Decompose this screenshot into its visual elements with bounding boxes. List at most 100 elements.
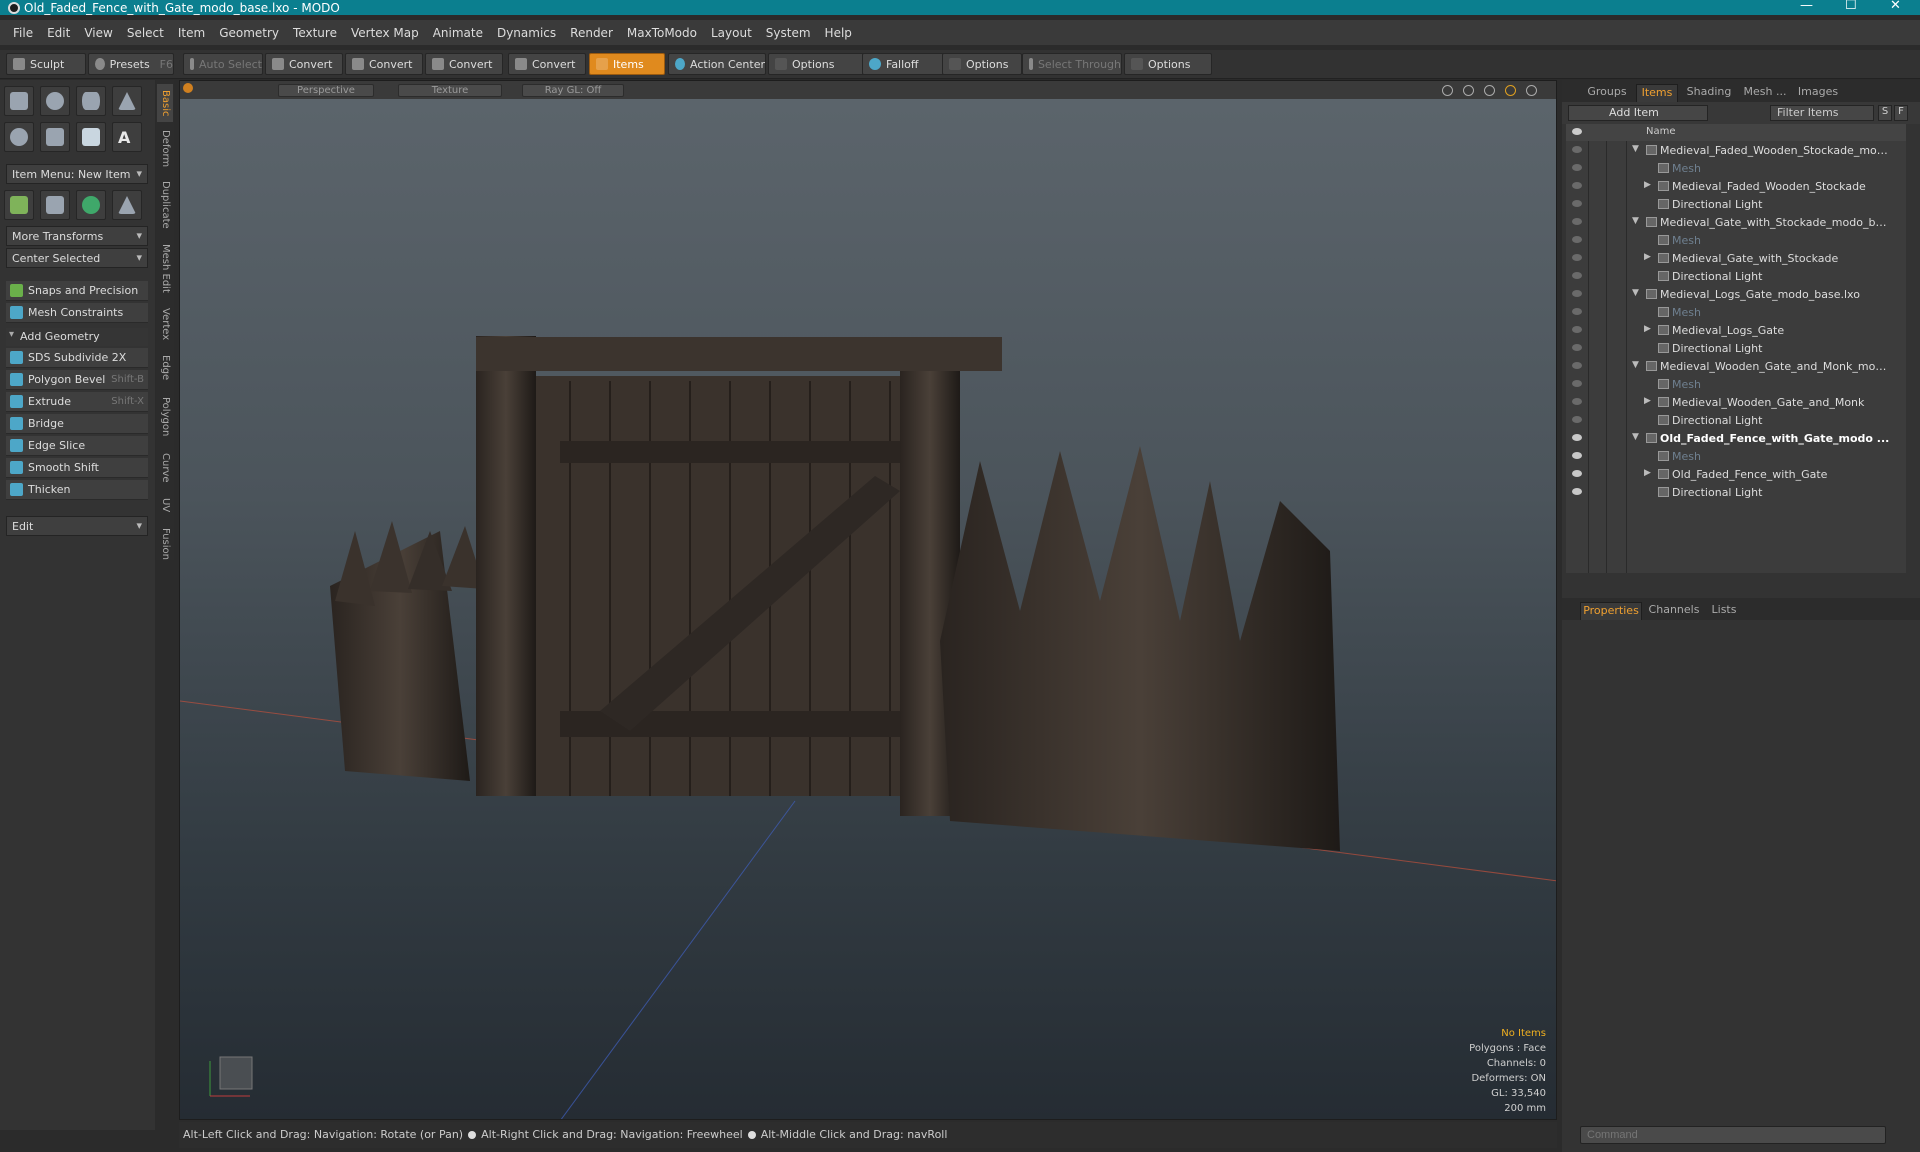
tab-curve[interactable]: Curve (157, 448, 173, 488)
menu-view[interactable]: View (77, 26, 119, 40)
eye-icon[interactable] (1572, 218, 1582, 225)
tab-lists[interactable]: Lists (1706, 602, 1742, 620)
minimize-button[interactable]: — (1800, 0, 1813, 13)
pan-icon[interactable] (1442, 85, 1453, 96)
tree-row-light[interactable]: Directional Light (1566, 195, 1906, 213)
more-transforms-dropdown[interactable]: More Transforms (6, 226, 148, 246)
eye-icon[interactable] (1572, 398, 1582, 405)
tab-deform[interactable]: Deform (157, 126, 173, 172)
tree-row-logs-gate-scene[interactable]: ▼ Medieval_Logs_Gate_modo_base.lxo (1566, 285, 1906, 303)
tree-row-mesh[interactable]: Mesh (1566, 303, 1906, 321)
name-column-header[interactable]: Name (1646, 126, 1676, 137)
edge-slice-tool[interactable]: Edge Slice (6, 436, 148, 456)
polygon-bevel-tool[interactable]: Polygon Bevel Shift-B (6, 370, 148, 390)
tree-row-group[interactable]: ▶ Medieval_Wooden_Gate_and_Monk (1566, 393, 1906, 411)
command-input[interactable] (1580, 1126, 1886, 1144)
tree-row-stockade-scene[interactable]: ▼ Medieval_Faded_Wooden_Stockade_modo ... (1566, 141, 1906, 159)
menu-edit[interactable]: Edit (40, 26, 77, 40)
select-options-button[interactable]: Options (1124, 53, 1212, 75)
tab-fusion[interactable]: Fusion (157, 522, 173, 566)
menu-help[interactable]: Help (818, 26, 859, 40)
tab-shading[interactable]: Shading (1682, 84, 1736, 102)
tree-row-mesh[interactable]: Mesh (1566, 231, 1906, 249)
tab-edge[interactable]: Edge (157, 350, 173, 386)
convert-button-1[interactable]: Convert (265, 53, 343, 75)
sds-subdivide-tool[interactable]: SDS Subdivide 2X (6, 348, 148, 368)
snaps-precision-button[interactable]: Snaps and Precision (6, 281, 148, 301)
tree-row-light[interactable]: Directional Light (1566, 339, 1906, 357)
tree-row-group[interactable]: ▶ Old_Faded_Fence_with_Gate (1566, 465, 1906, 483)
cone-primitive-button[interactable] (112, 86, 142, 116)
filter-s-button[interactable]: S (1878, 105, 1892, 121)
close-button[interactable]: ✕ (1890, 0, 1901, 13)
tree-row-group[interactable]: ▶ Medieval_Gate_with_Stockade (1566, 249, 1906, 267)
pyramid-button[interactable] (112, 190, 142, 220)
sculpt-button[interactable]: Sculpt (6, 53, 86, 75)
auto-select-button[interactable]: Auto Select (183, 53, 263, 75)
menu-maxtomodo[interactable]: MaxToModo (620, 26, 704, 40)
tab-duplicate[interactable]: Duplicate (157, 176, 173, 234)
collapse-arrow-icon[interactable]: ▼ (1632, 288, 1639, 298)
eye-icon[interactable] (1572, 272, 1582, 279)
center-selected-dropdown[interactable]: Center Selected (6, 248, 148, 268)
menu-geometry[interactable]: Geometry (212, 26, 286, 40)
tab-groups[interactable]: Groups (1584, 84, 1630, 102)
tab-uv[interactable]: UV (157, 492, 173, 518)
tree-row-mesh[interactable]: Mesh (1566, 375, 1906, 393)
eye-icon[interactable] (1572, 326, 1582, 333)
text-tool-button[interactable]: A (112, 122, 142, 152)
expand-arrow-icon[interactable]: ▶ (1644, 396, 1651, 406)
torus-primitive-button[interactable] (4, 122, 34, 152)
bridge-tool[interactable]: Bridge (6, 414, 148, 434)
sphere-primitive-button[interactable] (40, 86, 70, 116)
smooth-shift-tool[interactable]: Smooth Shift (6, 458, 148, 478)
menu-item[interactable]: Item (171, 26, 212, 40)
texture-shading-button[interactable]: Texture (398, 84, 502, 97)
eye-icon[interactable] (1572, 488, 1582, 495)
menu-render[interactable]: Render (563, 26, 620, 40)
zoom-icon[interactable] (1484, 85, 1495, 96)
eye-icon[interactable] (1572, 146, 1582, 153)
tree-row-gate-stockade-scene[interactable]: ▼ Medieval_Gate_with_Stockade_modo_bas ..… (1566, 213, 1906, 231)
menu-layout[interactable]: Layout (704, 26, 759, 40)
eye-icon[interactable] (1572, 416, 1582, 423)
eye-icon[interactable] (1572, 362, 1582, 369)
mesh-constraints-button[interactable]: Mesh Constraints (6, 303, 148, 323)
tree-row-group[interactable]: ▶ Medieval_Faded_Wooden_Stockade (1566, 177, 1906, 195)
menu-vertex-map[interactable]: Vertex Map (344, 26, 426, 40)
menu-texture[interactable]: Texture (286, 26, 344, 40)
globe-button[interactable] (76, 190, 106, 220)
menu-system[interactable]: System (759, 26, 818, 40)
collapse-arrow-icon[interactable]: ▼ (1632, 216, 1639, 226)
viewport-settings-gear-icon[interactable] (1526, 85, 1537, 96)
eye-icon[interactable] (1572, 200, 1582, 207)
items-mode-button[interactable]: Items (589, 53, 665, 75)
tree-row-group[interactable]: ▶ Medieval_Logs_Gate (1566, 321, 1906, 339)
action-center-button[interactable]: Action Center (668, 53, 766, 75)
add-geometry-section[interactable]: Add Geometry (6, 328, 148, 346)
collapse-arrow-icon[interactable]: ▼ (1632, 144, 1639, 154)
action-center-options-button[interactable]: Options (768, 53, 864, 75)
tree-row-fence-gate-scene[interactable]: ▼ Old_Faded_Fence_with_Gate_modo ... (1566, 429, 1906, 447)
convert-button-4[interactable]: Convert (508, 53, 586, 75)
tree-row-gate-monk-scene[interactable]: ▼ Medieval_Wooden_Gate_and_Monk_modo ... (1566, 357, 1906, 375)
expand-arrow-icon[interactable]: ▶ (1644, 468, 1651, 478)
convert-button-2[interactable]: Convert (345, 53, 423, 75)
eye-icon[interactable] (1572, 236, 1582, 243)
eye-icon[interactable] (1572, 254, 1582, 261)
capsule-primitive-button[interactable] (40, 122, 70, 152)
menu-select[interactable]: Select (120, 26, 171, 40)
maximize-button[interactable]: ☐ (1845, 0, 1857, 13)
menu-file[interactable]: File (6, 26, 40, 40)
fit-view-icon[interactable] (1505, 85, 1516, 96)
add-item-dropdown[interactable]: Add Item (1568, 105, 1708, 121)
eye-icon[interactable] (1572, 182, 1582, 189)
tab-images[interactable]: Images (1794, 84, 1842, 102)
transform-button[interactable] (4, 190, 34, 220)
cube-primitive-button[interactable] (4, 86, 34, 116)
cylinder-primitive-button[interactable] (76, 86, 106, 116)
expand-arrow-icon[interactable]: ▶ (1644, 252, 1651, 262)
thicken-tool[interactable]: Thicken (6, 480, 148, 500)
select-through-button[interactable]: Select Through (1022, 53, 1122, 75)
eye-icon[interactable] (1572, 164, 1582, 171)
